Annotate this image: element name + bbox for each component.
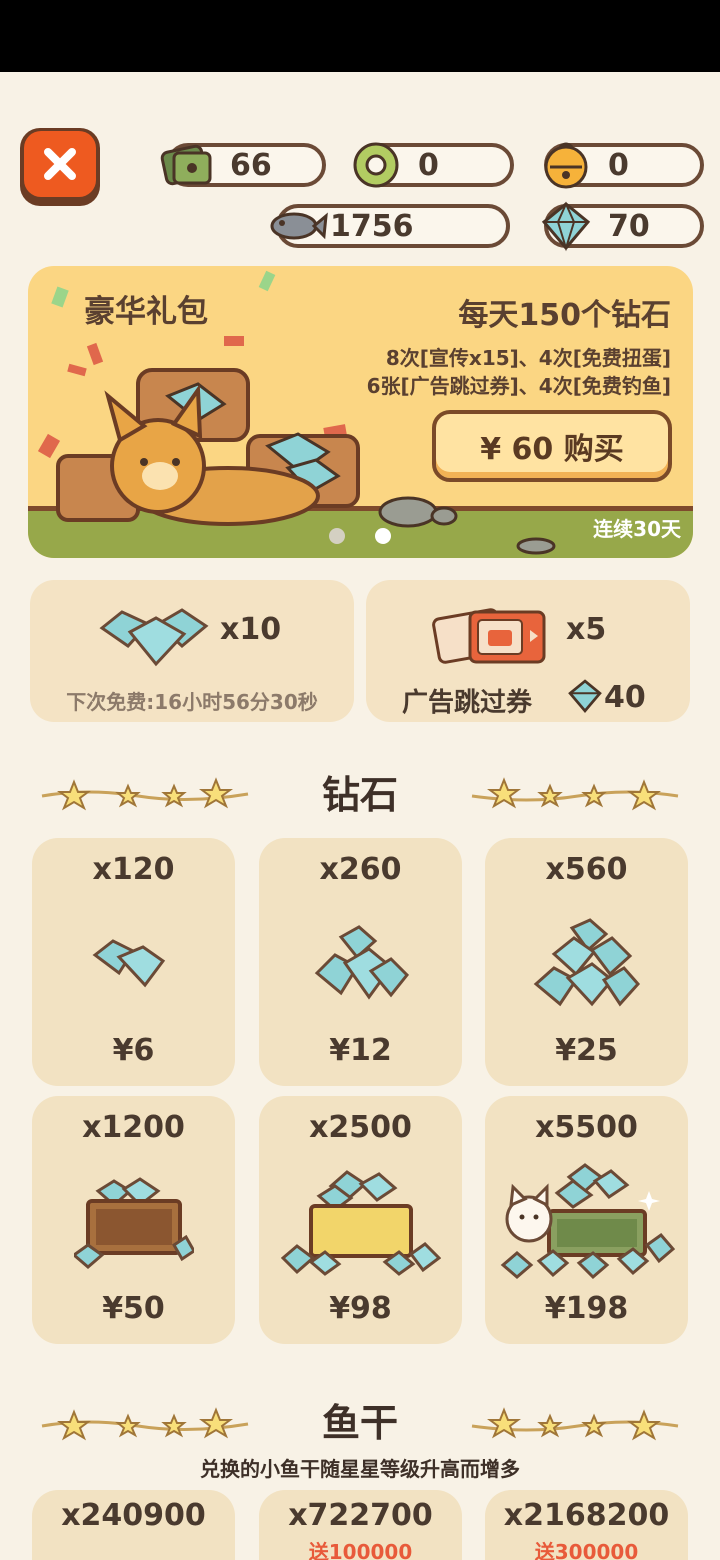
ad-skip-ticket-icon <box>432 608 546 664</box>
diamond-pack-art <box>259 1166 462 1276</box>
pack-amount: x260 <box>319 852 402 887</box>
free-diamond-card[interactable]: x10 下次免费:16小时56分30秒 <box>30 580 354 722</box>
close-icon <box>44 148 76 180</box>
pack-price: ¥25 <box>555 1033 618 1068</box>
stars-decoration-right-2 <box>471 1407 679 1441</box>
pack-price: ¥50 <box>102 1291 165 1326</box>
status-bar <box>0 0 720 72</box>
cat-treasure-illustration <box>56 368 360 526</box>
diamond-pile-icon <box>99 608 209 667</box>
banner-detail-line-1: 8次[宣传x15]、4次[免费扭蛋] <box>385 346 671 370</box>
diamond-pack-120[interactable]: x120 ¥6 <box>32 838 235 1086</box>
pack-amount: x1200 <box>82 1110 185 1145</box>
fish-pack-bonus: 送100000 <box>308 1540 413 1560</box>
diamond-pack-art <box>32 908 235 1018</box>
pack-price: ¥12 <box>329 1033 392 1068</box>
pack-amount: x560 <box>545 852 628 887</box>
close-button[interactable] <box>20 128 100 206</box>
banner-headline: 每天150个钻石 <box>458 298 671 333</box>
diamond-pack-1200[interactable]: x1200 ¥50 <box>32 1096 235 1344</box>
cat-diamond-hoard-icon <box>500 1163 675 1280</box>
banner-title: 豪华礼包 <box>84 294 208 330</box>
ticket-stack-icon <box>160 144 212 186</box>
ad-skip-card[interactable]: x5 广告跳过券 40 <box>366 580 690 722</box>
fish-pack-amount: x722700 <box>288 1498 433 1533</box>
diamond-pack-5500[interactable]: x5500 ¥198 <box>485 1096 688 1344</box>
diamond-pack-art <box>485 1163 688 1280</box>
diamond-pack-2500[interactable]: x2500 ¥98 <box>259 1096 462 1344</box>
stars-decoration-right <box>471 777 679 811</box>
diamond-icon <box>541 201 591 252</box>
fish-section-subtitle: 兑换的小鱼干随星星等级升高而增多 <box>200 1457 520 1481</box>
diamond-basket-icon <box>280 1170 441 1276</box>
currency-fish[interactable]: 1756 <box>270 204 510 248</box>
deluxe-pack-banner[interactable]: 豪华礼包 每天150个钻石 8次[宣传x15]、4次[免费扭蛋] 6张[广告跳过… <box>28 266 693 558</box>
currency-tokens[interactable]: 0 <box>353 142 514 188</box>
next-free-timer: 下次免费:16小时56分30秒 <box>66 690 318 714</box>
tokens-count: 0 <box>418 147 439 183</box>
diamond-pack-art <box>259 908 462 1018</box>
diamond-large-pile-icon <box>533 918 640 1007</box>
currency-bells[interactable]: 0 <box>544 142 704 189</box>
pack-amount: x120 <box>92 852 175 887</box>
ad-skip-price: 40 <box>604 680 646 715</box>
carousel-dot-2[interactable] <box>375 528 391 544</box>
pack-price: ¥6 <box>112 1033 155 1068</box>
fish-icon <box>270 212 328 240</box>
banner-duration: 连续30天 <box>593 517 681 541</box>
fish-pack-bonus: 送300000 <box>534 1540 639 1560</box>
token-ring-icon <box>353 142 399 188</box>
close-button-face <box>24 131 96 197</box>
fish-pack-3[interactable]: x2168200 送300000 <box>485 1490 688 1560</box>
ad-skip-amount: x5 <box>566 612 607 647</box>
fish-pack-amount: x240900 <box>61 1498 206 1533</box>
rocks-decoration <box>378 496 556 555</box>
pack-amount: x2500 <box>309 1110 412 1145</box>
pack-price: ¥198 <box>544 1291 629 1326</box>
diamond-medium-pile-icon <box>314 925 409 1000</box>
fish-pack-amount: x2168200 <box>503 1498 670 1533</box>
diamond-price-icon <box>568 679 602 714</box>
diamonds-count: 70 <box>608 208 650 244</box>
currency-diamonds[interactable]: 70 <box>541 201 704 252</box>
banner-detail-line-2: 6张[广告跳过券]、4次[免费钓鱼] <box>366 374 671 398</box>
diamond-crate-icon <box>73 1177 194 1269</box>
free-diamond-amount: x10 <box>220 612 282 647</box>
fish-pack-1[interactable]: x240900 <box>32 1490 235 1560</box>
buy-pack-button[interactable]: ¥ 60 购买 <box>432 410 672 482</box>
pack-amount: x5500 <box>535 1110 638 1145</box>
diamond-pack-art <box>32 1166 235 1276</box>
pack-price: ¥98 <box>329 1291 392 1326</box>
diamond-small-pile-icon <box>92 939 165 988</box>
ad-skip-label: 广告跳过券 <box>402 688 533 718</box>
carousel-dot-1[interactable] <box>329 528 345 544</box>
fish-pack-2[interactable]: x722700 送100000 <box>259 1490 462 1560</box>
bell-icon <box>544 142 588 189</box>
tickets-count: 66 <box>230 147 272 183</box>
fish-count: 1756 <box>330 208 414 244</box>
diamond-pack-art <box>485 908 688 1018</box>
currency-tickets[interactable]: 66 <box>160 143 326 187</box>
diamond-pack-260[interactable]: x260 ¥12 <box>259 838 462 1086</box>
bells-count: 0 <box>608 147 629 183</box>
diamond-pack-560[interactable]: x560 ¥25 <box>485 838 688 1086</box>
